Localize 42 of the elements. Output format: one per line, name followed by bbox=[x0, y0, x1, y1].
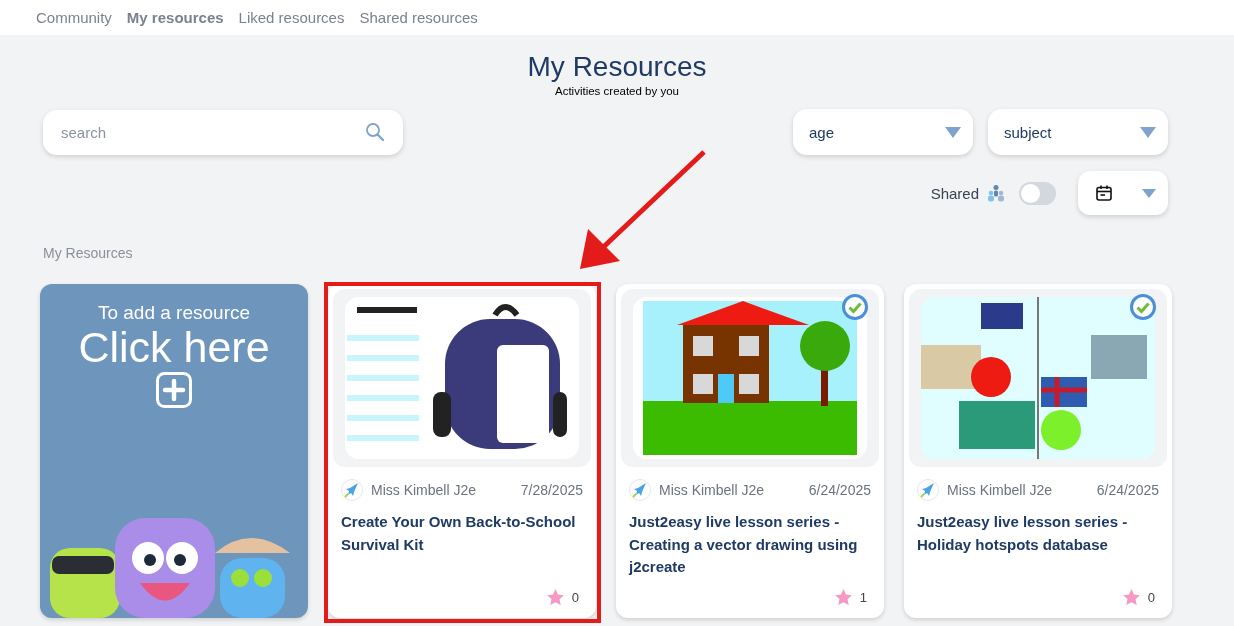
calendar-icon bbox=[1095, 184, 1113, 202]
add-resource-caption: To add a resource bbox=[97, 302, 251, 324]
search-field[interactable]: search bbox=[43, 109, 403, 155]
resource-card[interactable]: Miss Kimbell J2e 6/24/2025 Just2easy live lesson series - Holiday hotspots database 0 bbox=[904, 284, 1172, 618]
page-title: My Resources bbox=[526, 51, 708, 83]
date-dropdown[interactable] bbox=[1078, 171, 1168, 215]
nav-tab[interactable]: Shared resources bbox=[359, 9, 478, 26]
rocket-avatar-icon bbox=[341, 479, 363, 501]
people-icon bbox=[987, 184, 1005, 202]
filter-dropdown[interactable]: subject bbox=[988, 109, 1168, 155]
date-text: 7/28/2025 bbox=[520, 482, 583, 498]
resource-title: Just2easy live lesson series - Holiday hotspots database bbox=[916, 512, 1129, 555]
star-icon bbox=[1122, 589, 1140, 605]
star-icon bbox=[546, 589, 564, 605]
resource-title: Create Your Own Back-to-School Survival Kit bbox=[340, 512, 577, 555]
author-name: Miss Kimbell J2e bbox=[371, 482, 478, 498]
filter-dropdown[interactable]: age bbox=[793, 109, 973, 155]
author-name: Miss Kimbell J2e bbox=[659, 482, 766, 498]
date-text: 6/24/2025 bbox=[1096, 482, 1159, 498]
click-here-text: Click here bbox=[78, 324, 270, 370]
page-subtitle: Activities created by you bbox=[554, 85, 680, 97]
shared-label: Shared bbox=[930, 184, 979, 202]
plus-icon bbox=[156, 372, 192, 408]
resource-card[interactable]: Miss Kimbell J2e 6/24/2025 Just2easy live lesson series - Creating a vector drawing using j2create 1 bbox=[616, 284, 884, 618]
nav-tab[interactable]: My resources bbox=[126, 9, 224, 26]
rocket-avatar-icon bbox=[629, 479, 651, 501]
date-text: 6/24/2025 bbox=[808, 482, 871, 498]
caret-icon bbox=[1142, 188, 1156, 198]
like-count: 0 bbox=[1147, 589, 1155, 605]
nav-tab[interactable]: Community bbox=[36, 9, 112, 26]
shared-toggle[interactable] bbox=[1019, 181, 1056, 205]
rocket-avatar-icon bbox=[917, 479, 939, 501]
section-heading: My Resources bbox=[43, 245, 134, 263]
resource-title: Just2easy live lesson series - Creating a vector drawing using j2create bbox=[627, 512, 859, 577]
like-count: 0 bbox=[571, 589, 579, 605]
nav-tab[interactable]: Liked resources bbox=[238, 9, 345, 26]
like-count: 1 bbox=[859, 589, 867, 605]
author-name: Miss Kimbell J2e bbox=[947, 482, 1054, 498]
search-icon bbox=[365, 121, 385, 142]
star-icon bbox=[834, 589, 852, 605]
caret-icon bbox=[945, 126, 961, 138]
caret-icon bbox=[1140, 126, 1156, 138]
